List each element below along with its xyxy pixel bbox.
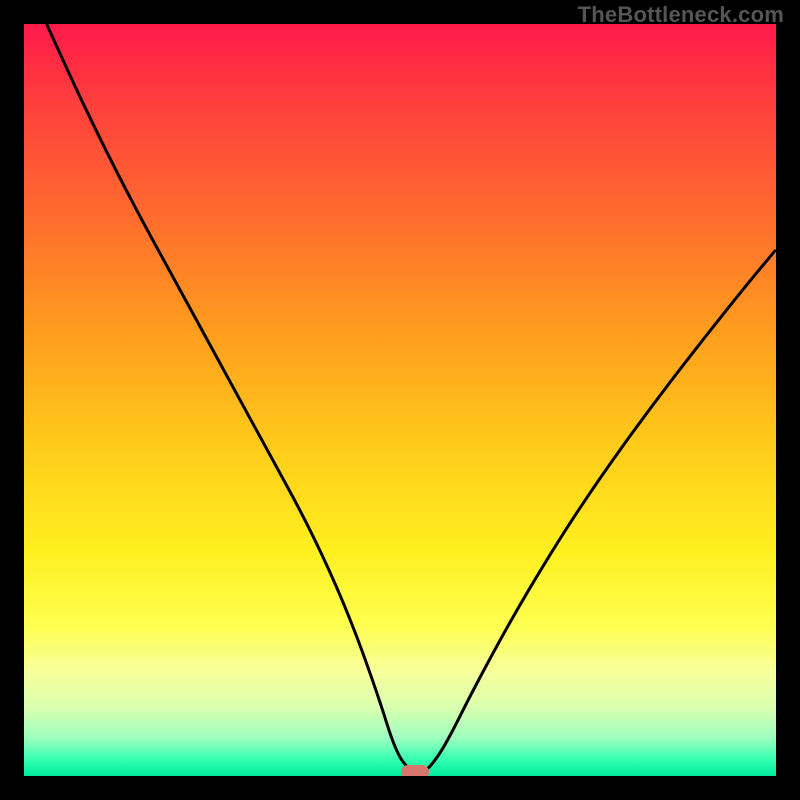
plot-area <box>24 24 776 776</box>
watermark-text: TheBottleneck.com <box>578 2 784 28</box>
bottleneck-curve <box>47 24 776 772</box>
optimal-marker <box>401 765 429 776</box>
chart-frame: TheBottleneck.com <box>0 0 800 800</box>
curve-svg <box>24 24 776 776</box>
